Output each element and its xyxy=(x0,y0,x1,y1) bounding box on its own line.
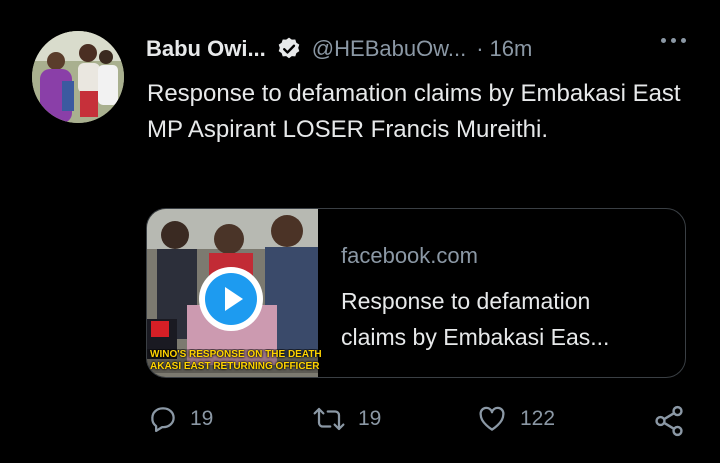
share-button[interactable] xyxy=(652,404,686,438)
reply-icon xyxy=(148,404,178,434)
like-button[interactable]: 122 xyxy=(476,404,555,434)
caption-line-2: AKASI EAST RETURNING OFFICER xyxy=(150,361,320,372)
share-icon xyxy=(652,404,686,438)
video-thumbnail[interactable]: WINO'S RESPONSE ON THE DEATH AKASI EAST … xyxy=(147,209,321,377)
video-caption: WINO'S RESPONSE ON THE DEATH AKASI EAST … xyxy=(147,349,321,373)
reply-button[interactable]: 19 xyxy=(148,404,213,434)
heart-icon xyxy=(476,404,508,434)
like-count: 122 xyxy=(520,407,556,430)
timestamp[interactable]: 16m xyxy=(490,36,533,62)
separator-dot: · xyxy=(476,36,484,61)
author-avatar[interactable] xyxy=(32,31,124,123)
verified-badge-icon xyxy=(276,36,302,62)
link-preview-card[interactable]: WINO'S RESPONSE ON THE DEATH AKASI EAST … xyxy=(146,208,686,378)
more-options-icon[interactable] xyxy=(661,38,686,43)
display-name[interactable]: Babu Owi... xyxy=(146,36,266,62)
user-handle[interactable]: @HEBabuOw... xyxy=(312,36,466,62)
retweet-icon xyxy=(312,404,346,434)
card-domain: facebook.com xyxy=(341,243,478,268)
tweet-header: Babu Owi... @HEBabuOw... · 16m xyxy=(146,32,532,66)
retweet-button[interactable]: 19 xyxy=(312,404,381,434)
avatar-photo xyxy=(32,31,124,123)
reply-count: 19 xyxy=(190,407,214,430)
retweet-count: 19 xyxy=(358,407,382,430)
tweet-actions: 19 19 122 xyxy=(148,404,688,438)
caption-line-1: WINO'S RESPONSE ON THE DEATH xyxy=(150,349,321,360)
tweet-text: Response to defamation claims by Embakas… xyxy=(147,80,681,143)
card-title: Response to defamation claims by Embakas… xyxy=(341,288,610,350)
play-button-icon[interactable] xyxy=(199,267,263,331)
